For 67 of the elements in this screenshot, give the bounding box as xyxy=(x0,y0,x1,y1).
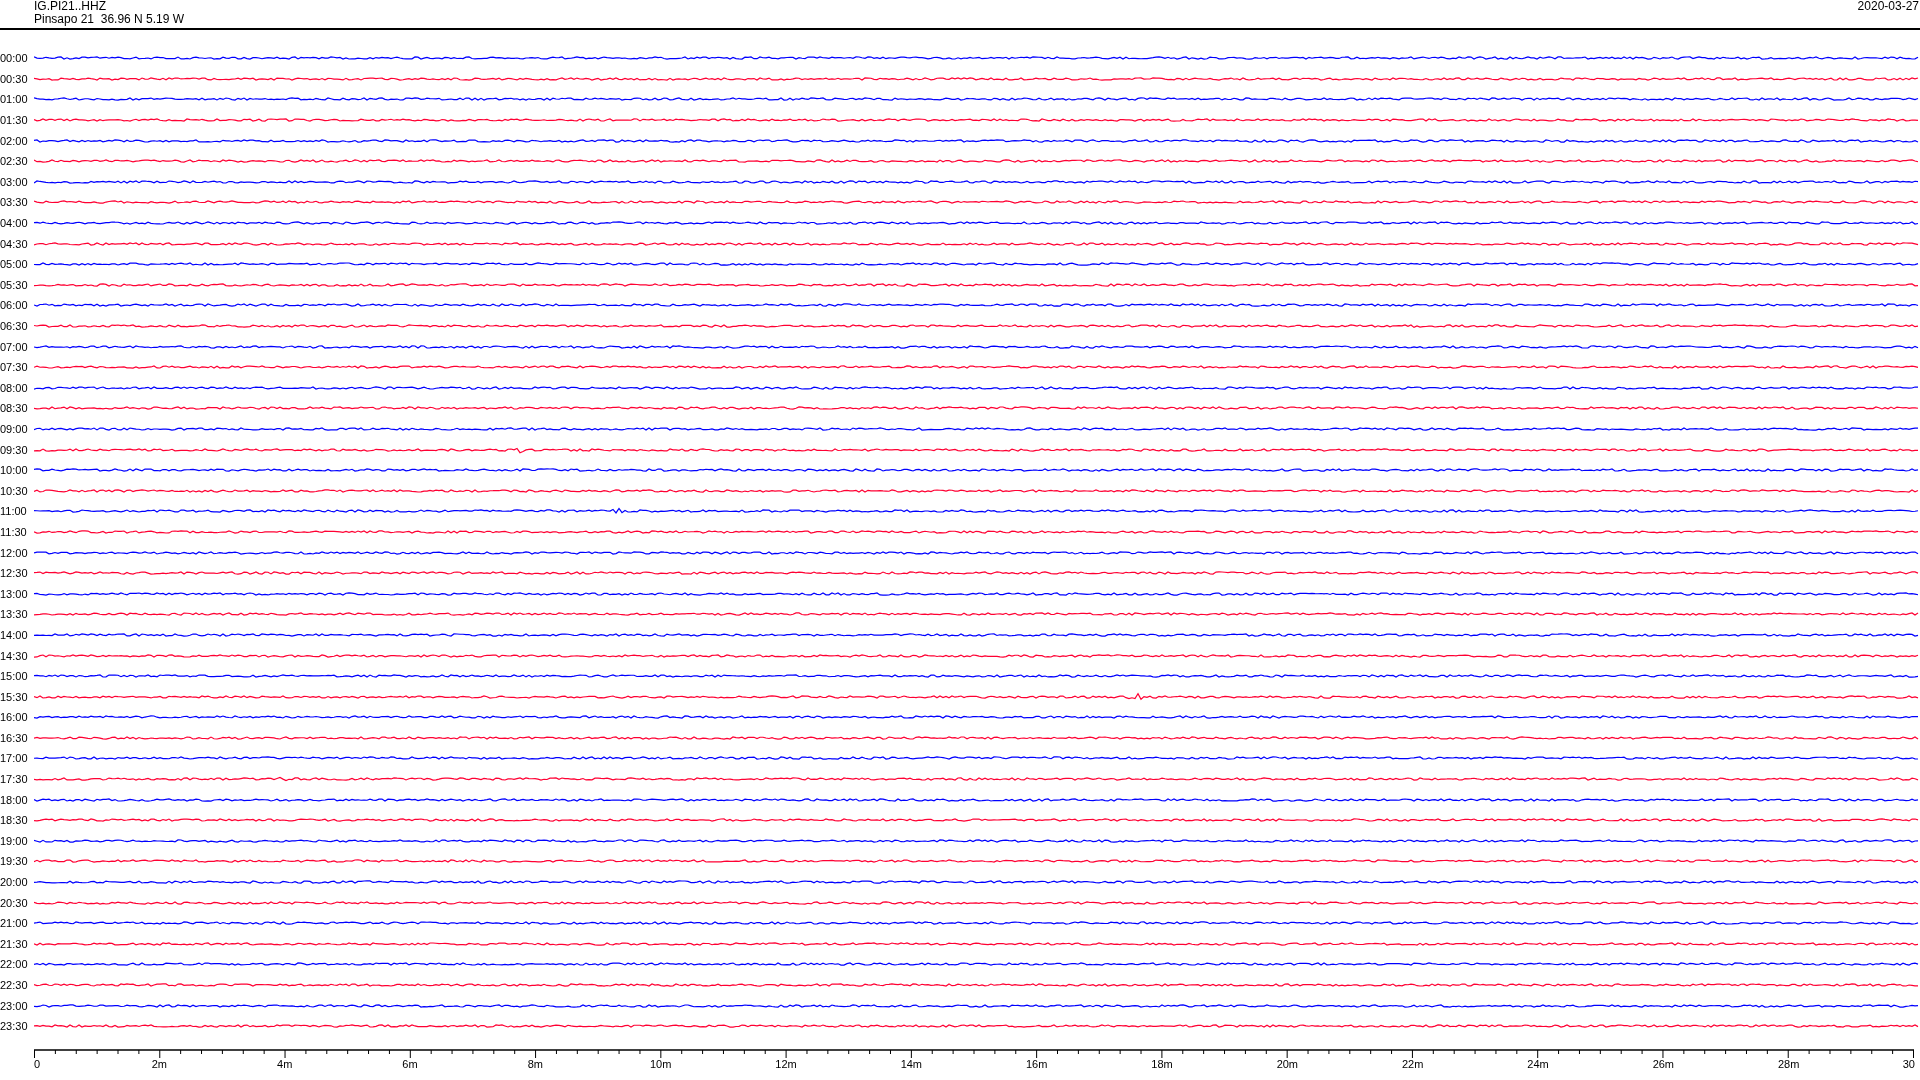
time-label: 11:30 xyxy=(0,525,28,538)
time-label: 01:00 xyxy=(0,93,29,106)
time-label: 16:00 xyxy=(0,711,29,724)
time-label: 03:00 xyxy=(0,175,29,188)
axis-tick-label: 6m xyxy=(402,1057,418,1070)
axis-tick-label: 30 xyxy=(1902,1057,1915,1070)
axis-tick-label: 22m xyxy=(1401,1057,1424,1070)
axis-tick-label: 2m xyxy=(151,1057,167,1070)
time-label: 06:00 xyxy=(0,299,29,312)
time-label: 17:00 xyxy=(0,752,29,765)
time-label: 14:30 xyxy=(0,649,29,662)
axis-tick-label: 0 xyxy=(34,1057,41,1070)
axis-tick-label: 4m xyxy=(277,1057,293,1070)
time-label: 04:30 xyxy=(0,237,29,250)
time-label: 15:00 xyxy=(0,670,29,683)
time-label: 07:30 xyxy=(0,361,29,374)
axis-tick-label: 26m xyxy=(1652,1057,1675,1070)
time-label: 12:30 xyxy=(0,567,29,580)
time-label: 22:30 xyxy=(0,979,29,991)
time-label: 10:30 xyxy=(0,484,29,497)
time-label: 09:30 xyxy=(0,443,29,456)
axis-tick-label: 10m xyxy=(649,1057,672,1070)
time-label: 05:00 xyxy=(0,258,29,271)
time-label: 19:30 xyxy=(0,855,29,868)
time-label: 08:00 xyxy=(0,381,29,394)
axis-tick-label: 20m xyxy=(1276,1057,1299,1070)
time-label: 10:00 xyxy=(0,464,29,477)
time-label: 11:00 xyxy=(0,505,28,518)
time-label: 02:00 xyxy=(0,134,29,147)
time-label: 19:00 xyxy=(0,834,29,847)
time-label: 20:00 xyxy=(0,876,29,889)
time-label: 09:00 xyxy=(0,423,29,435)
time-label: 08:30 xyxy=(0,402,29,415)
time-label: 13:30 xyxy=(0,608,29,621)
time-label: 15:30 xyxy=(0,690,29,703)
time-label: 06:30 xyxy=(0,320,29,332)
time-label: 21:00 xyxy=(0,917,29,930)
time-label: 07:00 xyxy=(0,340,29,353)
time-label: 14:00 xyxy=(0,628,29,641)
time-label: 05:30 xyxy=(0,278,29,291)
plot-date: 2020-03-27 xyxy=(1857,0,1919,13)
station-location: Pinsapo 21 36.96 N 5.19 W xyxy=(34,13,185,26)
time-label: 13:00 xyxy=(0,587,29,600)
station-code: IG.PI21..HHZ xyxy=(34,0,107,13)
time-label: 16:30 xyxy=(0,731,29,744)
time-label: 00:00 xyxy=(0,52,29,65)
time-label: 20:30 xyxy=(0,896,29,909)
axis-tick-label: 16m xyxy=(1025,1057,1048,1070)
time-label: 17:30 xyxy=(0,773,29,786)
time-label: 23:30 xyxy=(0,1020,29,1033)
time-label: 18:30 xyxy=(0,814,29,827)
axis-tick-label: 14m xyxy=(900,1057,923,1070)
time-label: 22:00 xyxy=(0,958,29,971)
time-label: 23:00 xyxy=(0,999,29,1012)
time-label: 12:00 xyxy=(0,546,29,559)
axis-tick-label: 24m xyxy=(1527,1057,1549,1070)
time-label: 03:30 xyxy=(0,196,29,209)
axis-tick-label: 12m xyxy=(775,1057,797,1070)
time-label: 18:00 xyxy=(0,793,29,806)
time-label: 21:30 xyxy=(0,937,29,950)
time-label: 04:00 xyxy=(0,217,29,230)
time-label: 02:30 xyxy=(0,155,29,168)
axis-tick-label: 28m xyxy=(1777,1057,1800,1070)
time-label: 01:30 xyxy=(0,114,29,127)
time-label: 00:30 xyxy=(0,72,29,85)
axis-tick-label: 18m xyxy=(1151,1057,1173,1070)
axis-tick-label: 8m xyxy=(527,1057,543,1070)
